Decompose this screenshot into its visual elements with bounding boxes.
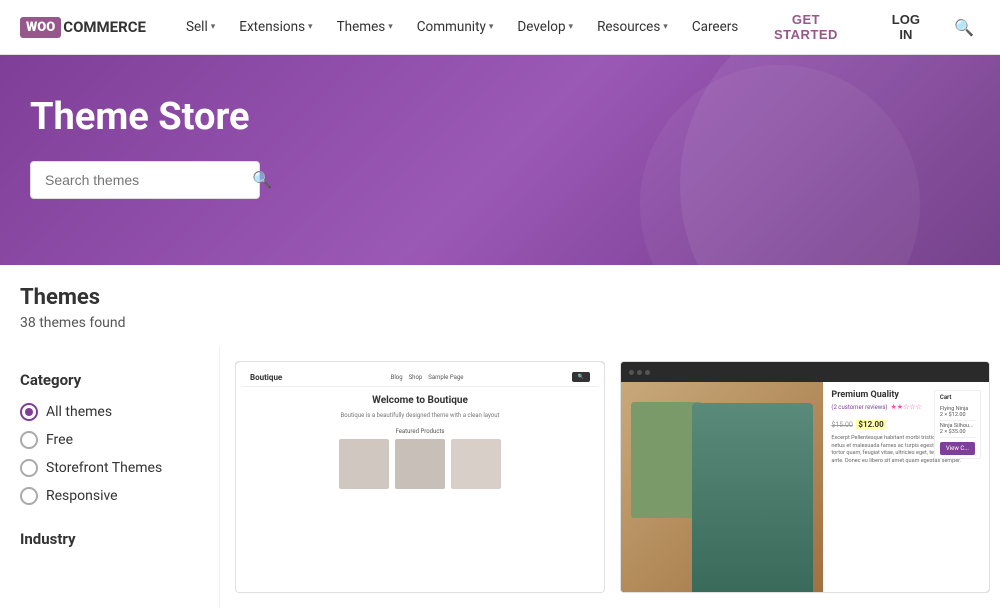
get-started-button[interactable]: GET STARTED (748, 6, 863, 48)
price-original: $15.00 (831, 421, 853, 429)
navbar: WOO COMMERCE Sell ▾ Extensions ▾ Themes … (0, 0, 1000, 55)
radio-all-themes (20, 403, 38, 421)
category-filter: All themes Free Storefront Themes Respon… (20, 403, 199, 505)
nav-right: GET STARTED LOG IN 🔍 (748, 6, 980, 48)
radio-free (20, 431, 38, 449)
boutique-header: Boutique Blog Shop Sample Page 🔍 (242, 368, 598, 387)
logo[interactable]: WOO COMMERCE (20, 17, 146, 38)
nav-items: Sell ▾ Extensions ▾ Themes ▾ Community ▾… (176, 13, 748, 41)
nav-label-community: Community (417, 19, 486, 35)
boutique-product-1 (339, 439, 389, 489)
industry-heading: Industry (20, 530, 199, 548)
filter-label-all: All themes (46, 404, 112, 420)
themes-area: Boutique Blog Shop Sample Page 🔍 Welcome… (220, 346, 1000, 608)
radio-dot (25, 408, 33, 416)
chevron-down-icon: ▾ (388, 22, 393, 32)
logo-commerce: COMMERCE (63, 18, 146, 36)
boutique-product-2 (395, 439, 445, 489)
nav-label-themes: Themes (337, 19, 386, 35)
nav-item-sell[interactable]: Sell ▾ (176, 13, 225, 41)
chevron-down-icon: ▾ (308, 22, 313, 32)
login-button[interactable]: LOG IN (874, 6, 938, 48)
boutique-featured-label: Featured Products (250, 428, 590, 435)
boutique-nav-shop: Shop (409, 374, 423, 381)
premium-body: Cart Flying Ninja 2 × $12.00 Ninja Silho… (621, 382, 989, 592)
filter-label-responsive: Responsive (46, 488, 118, 504)
dot-1 (629, 370, 634, 375)
chevron-down-icon: ▾ (211, 22, 216, 32)
theme-card-premium-image: Cart Flying Ninja 2 × $12.00 Ninja Silho… (621, 362, 989, 592)
search-icon[interactable]: 🔍 (948, 12, 980, 43)
review-text: (2 customer reviews) (831, 404, 887, 411)
filter-storefront[interactable]: Storefront Themes (20, 459, 199, 477)
cart-item-1: Flying Ninja 2 × $12.00 (940, 404, 975, 421)
nav-item-develop[interactable]: Develop ▾ (507, 13, 583, 41)
nav-label-extensions: Extensions (239, 19, 305, 35)
nav-item-careers[interactable]: Careers (682, 13, 748, 41)
premium-topbar (621, 362, 989, 382)
dot-3 (645, 370, 650, 375)
theme-card-boutique: Boutique Blog Shop Sample Page 🔍 Welcome… (235, 361, 605, 593)
boutique-products (250, 439, 590, 489)
filter-free[interactable]: Free (20, 431, 199, 449)
boutique-welcome-text: Welcome to Boutique (250, 395, 590, 406)
cart-item-2: Ninja Silhou... 2 × $35.00 (940, 421, 975, 438)
themes-heading: Themes (20, 285, 980, 310)
boutique-search: 🔍 (572, 372, 590, 382)
filter-label-free: Free (46, 432, 73, 448)
boutique-content: Welcome to Boutique Boutique is a beauti… (242, 387, 598, 497)
boutique-description: Boutique is a beautifully designed theme… (250, 412, 590, 420)
nav-item-resources[interactable]: Resources ▾ (587, 13, 678, 41)
search-input[interactable] (31, 162, 240, 198)
boutique-product-3 (451, 439, 501, 489)
theme-card-premium: Cart Flying Ninja 2 × $12.00 Ninja Silho… (620, 361, 990, 593)
premium-content: Cart Flying Ninja 2 × $12.00 Ninja Silho… (823, 382, 989, 592)
radio-storefront (20, 459, 38, 477)
themes-grid: Boutique Blog Shop Sample Page 🔍 Welcome… (220, 346, 1000, 608)
logo-woo: WOO (20, 17, 61, 38)
premium-person-image (692, 403, 813, 592)
boutique-nav: Blog Shop Sample Page (391, 374, 464, 381)
search-submit-button[interactable]: 🔍 (240, 162, 284, 198)
page-title: Theme Store (30, 95, 970, 139)
sidebar: Category All themes Free Storefront Them… (0, 346, 220, 608)
nav-label-resources: Resources (597, 19, 660, 35)
price-sale: $12.00 (856, 420, 885, 429)
nav-item-themes[interactable]: Themes ▾ (327, 13, 403, 41)
filter-responsive[interactable]: Responsive (20, 487, 199, 505)
boutique-mockup: Boutique Blog Shop Sample Page 🔍 Welcome… (236, 362, 604, 582)
chevron-down-icon: ▾ (569, 22, 574, 32)
cart-label: Cart (940, 394, 975, 401)
dot-2 (637, 370, 642, 375)
premium-image-area (621, 382, 823, 592)
filter-all-themes[interactable]: All themes (20, 403, 199, 421)
themes-count: 38 themes found (20, 315, 980, 331)
nav-label-sell: Sell (186, 19, 208, 35)
boutique-logo: Boutique (250, 373, 282, 382)
search-box: 🔍 (30, 161, 260, 199)
chevron-down-icon: ▾ (489, 22, 494, 32)
search-icon: 🔍 (252, 172, 272, 189)
main-content: Category All themes Free Storefront Them… (0, 346, 1000, 608)
boutique-nav-sample: Sample Page (428, 374, 463, 381)
chevron-down-icon: ▾ (663, 22, 668, 32)
radio-responsive (20, 487, 38, 505)
nav-item-community[interactable]: Community ▾ (407, 13, 504, 41)
filter-label-storefront: Storefront Themes (46, 460, 162, 476)
premium-mockup: Cart Flying Ninja 2 × $12.00 Ninja Silho… (621, 362, 989, 592)
nav-item-extensions[interactable]: Extensions ▾ (229, 13, 322, 41)
boutique-nav-blog: Blog (391, 374, 403, 381)
theme-card-boutique-image: Boutique Blog Shop Sample Page 🔍 Welcome… (236, 362, 604, 582)
themes-section-header: Themes 38 themes found (0, 265, 1000, 331)
nav-label-careers: Careers (692, 19, 738, 35)
category-heading: Category (20, 371, 199, 389)
star-rating: ★★☆☆☆ (891, 403, 922, 411)
view-cart-button[interactable]: View C... (940, 442, 975, 455)
nav-label-develop: Develop (517, 19, 565, 35)
premium-cart-panel: Cart Flying Ninja 2 × $12.00 Ninja Silho… (934, 390, 981, 459)
hero-banner: Theme Store 🔍 (0, 55, 1000, 265)
